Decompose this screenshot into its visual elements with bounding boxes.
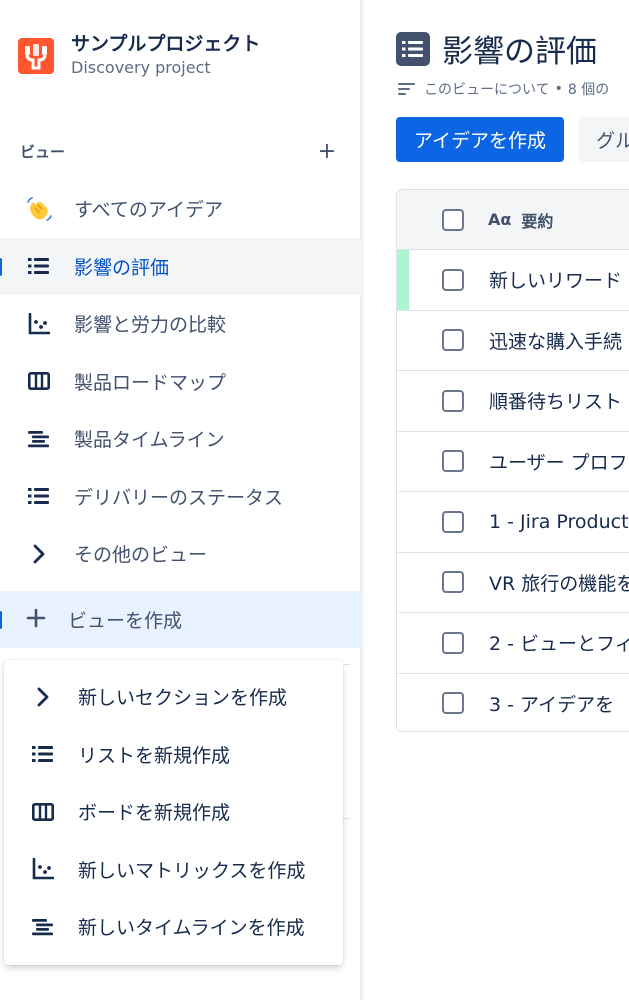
chevron-right-icon [30, 684, 56, 710]
separator: • [554, 81, 563, 97]
chevron-right-icon [26, 541, 52, 567]
idea-summary: 2 - ビューとフィ [489, 633, 629, 656]
idea-summary: ユーザー プロフ [489, 451, 628, 474]
create-view-button[interactable]: ビューを作成 [0, 591, 361, 648]
create-idea-button[interactable]: アイデアを作成 [396, 117, 565, 162]
timeline-icon [26, 426, 52, 452]
menu-item-label: 新しいタイムラインを作成 [78, 917, 305, 940]
list-icon [26, 483, 52, 509]
sidebar-item-impact-vs-effort[interactable]: 影響と労力の比較 [0, 295, 361, 353]
project-header[interactable]: サンプルプロジェクト Discovery project [18, 32, 348, 84]
sidebar-item-product-timeline[interactable]: 製品タイムライン [0, 410, 361, 468]
sidebar-item-label: その他のビュー [74, 544, 208, 567]
idea-summary: 新しいリワード [489, 270, 623, 293]
row-checkbox[interactable] [442, 692, 464, 715]
table-row[interactable]: 順番待ちリスト [397, 371, 629, 432]
row-checkbox[interactable] [442, 450, 464, 473]
table-body: 新しいリワード 迅速な購入手続 順番待ちリスト ユーザー プロフ 1 - Jira Pr… [397, 250, 629, 732]
create-view-label: ビューを作成 [68, 610, 183, 632]
summary-column-header[interactable]: Aα 要約 [488, 208, 553, 232]
sidebar-item-label: 影響と労力の比較 [74, 314, 227, 337]
create-view-menu: 新しいセクションを作成 リストを新規作成 ボードを新規作成 新しいマトリックスを… [4, 660, 343, 965]
menu-item-new-matrix[interactable]: 新しいマトリックスを作成 [4, 841, 343, 899]
row-checkbox[interactable] [442, 510, 464, 533]
menu-item-new-timeline[interactable]: 新しいタイムラインを作成 [4, 898, 343, 956]
text-field-icon: Aα [488, 210, 512, 229]
sidebar-item-label: すべてのアイデア [74, 199, 223, 222]
idea-summary: 1 - Jira Product [489, 510, 629, 533]
table-row[interactable]: ユーザー プロフ [397, 432, 629, 492]
idea-summary: 順番待ちリスト [489, 391, 623, 414]
board-icon [30, 799, 56, 825]
row-checkbox[interactable] [442, 329, 464, 352]
sidebar-item-label: 製品ロードマップ [74, 371, 227, 394]
view-description: このビューについて • 8 個の [398, 79, 609, 99]
description-icon [398, 82, 416, 96]
matrix-icon [26, 311, 52, 337]
ideas-table: Aα 要約 新しいリワード 迅速な購入手続 順番待ちリスト ユーザー プロフ 1 - J… [396, 189, 629, 732]
plus-icon [26, 608, 46, 632]
wrench-icon [25, 44, 47, 70]
summary-header-label: 要約 [521, 211, 554, 231]
project-avatar [18, 38, 54, 74]
sidebar-item-impact-assessment[interactable]: 影響の評価 [0, 237, 361, 295]
timeline-icon [30, 914, 56, 940]
menu-item-new-list[interactable]: リストを新規作成 [4, 726, 343, 784]
list-icon [26, 253, 52, 279]
list-icon [30, 741, 56, 767]
table-row[interactable]: 2 - ビューとフィ [397, 613, 629, 674]
project-name: サンプルプロジェクト [71, 33, 261, 55]
select-all-checkbox[interactable] [442, 208, 464, 231]
idea-count: 8 個の [567, 82, 610, 98]
list-icon [396, 31, 430, 66]
menu-item-new-section[interactable]: 新しいセクションを作成 [4, 668, 343, 726]
page-title: 影響の評価 [442, 34, 597, 70]
page-header: 影響の評価 [396, 26, 597, 71]
sidebar-item-delivery-status[interactable]: デリバリーのステータス [0, 468, 361, 526]
row-checkbox[interactable] [442, 571, 464, 594]
sidebar-item-product-roadmap[interactable]: 製品ロードマップ [0, 353, 361, 411]
project-type: Discovery project [71, 58, 211, 77]
matrix-icon [30, 856, 56, 882]
main-content: 影響の評価 このビューについて • 8 個の アイデアを作成 グル Aα 要約 … [365, 0, 629, 1000]
idea-summary: 3 - アイデアを [489, 693, 615, 716]
sidebar-item-more-views[interactable]: その他のビュー [0, 525, 361, 583]
idea-summary: 迅速な購入手続 [489, 330, 623, 353]
row-checkbox[interactable] [442, 389, 464, 412]
table-header: Aα 要約 [397, 190, 629, 250]
idea-summary: VR 旅行の機能を [489, 572, 629, 595]
views-section-header: ビュー + [20, 138, 340, 164]
menu-item-label: 新しいセクションを作成 [78, 687, 288, 710]
add-view-button[interactable]: + [314, 138, 340, 164]
menu-item-label: ボードを新規作成 [78, 802, 231, 825]
menu-item-label: リストを新規作成 [78, 744, 231, 767]
waving-hands-icon [26, 196, 52, 222]
sidebar-item-label: 影響の評価 [74, 256, 170, 279]
table-row[interactable]: 迅速な購入手続 [397, 311, 629, 371]
row-checkbox[interactable] [442, 268, 464, 291]
table-row[interactable]: 1 - Jira Product [397, 492, 629, 553]
row-checkbox[interactable] [442, 631, 464, 654]
table-row[interactable]: 3 - アイデアを [397, 674, 629, 732]
view-list: すべてのアイデア 影響の評価 影響と労力の比較 製品ロードマップ 製品タイムライ… [0, 180, 361, 583]
about-view-link[interactable]: このビューについて [424, 79, 550, 99]
table-row[interactable]: 新しいリワード [397, 250, 629, 311]
sidebar-item-all-ideas[interactable]: すべてのアイデア [0, 180, 361, 238]
sidebar-item-label: デリバリーのステータス [74, 486, 284, 509]
menu-item-new-board[interactable]: ボードを新規作成 [4, 783, 343, 841]
board-icon [26, 368, 52, 394]
menu-item-label: 新しいマトリックスを作成 [78, 859, 306, 882]
views-heading: ビュー [20, 142, 66, 161]
sidebar-item-label: 製品タイムライン [74, 429, 225, 452]
table-row[interactable]: VR 旅行の機能を [397, 553, 629, 613]
group-button[interactable]: グル [579, 117, 629, 162]
